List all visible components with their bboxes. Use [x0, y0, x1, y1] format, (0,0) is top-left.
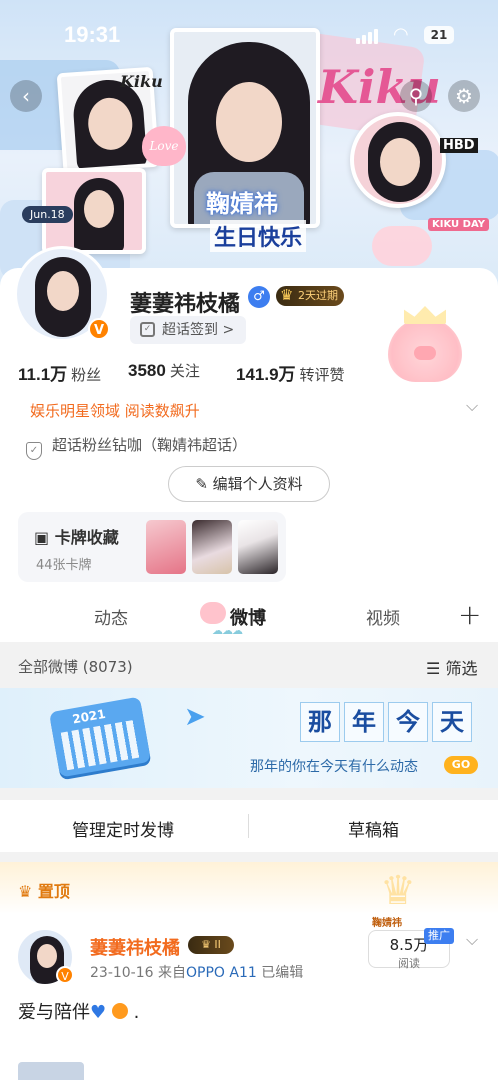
chevron-down-icon[interactable]: ⌵ [466, 930, 478, 950]
tab-bar: 动态 微博 ☁︎☁︎☁︎ 视频 + [0, 590, 498, 642]
drafts-button[interactable]: 草稿箱 [348, 816, 399, 841]
vip-level: II [214, 938, 221, 951]
stat-value: 141.9万 [236, 365, 296, 384]
card-thumb[interactable] [192, 520, 232, 574]
pig-sticker [372, 226, 432, 266]
pig-icon [200, 602, 226, 624]
go-button[interactable]: GO [444, 756, 478, 774]
memory-char: 今 [388, 702, 428, 742]
pig-mascot [388, 306, 462, 382]
verified-badge: V [88, 318, 110, 340]
calendar-icon: 2021 [48, 696, 152, 778]
fan-title[interactable]: ✓ 超话粉丝钻咖（鞠婧祎超话） [26, 434, 247, 460]
post-text: 爱与陪伴♥ . [18, 1002, 140, 1023]
crown-decoration-icon: ♛ [380, 868, 416, 914]
card-collection[interactable]: ▣ 卡牌收藏 44张卡牌 [18, 512, 286, 582]
filter-label: 筛选 [445, 659, 478, 678]
memory-subtitle: 那年的你在今天有什么动态 [250, 759, 418, 775]
pinned-text: 置顶 [37, 882, 70, 901]
banner-script-kiku: Kiku [120, 72, 163, 91]
memory-char: 那 [300, 702, 340, 742]
vip-badge[interactable]: 2天过期 [276, 285, 344, 306]
username: 萋萋祎枝橘 [130, 292, 241, 317]
search-icon[interactable]: ⚲ [400, 80, 432, 112]
photo-card [350, 112, 446, 208]
edit-profile-label: 编辑个人资料 [212, 475, 303, 493]
card-thumb[interactable] [146, 520, 186, 574]
love-heart: Love [142, 126, 186, 166]
post-date: 23-10-16 [90, 965, 154, 981]
card-collection-label: 卡牌收藏 [54, 528, 119, 547]
checkin-button[interactable]: ✓ 超话签到 > [130, 316, 247, 344]
checkin-label: 超话签到 > [162, 322, 235, 338]
status-bar: 19:31 ◠ 21 [0, 18, 498, 58]
manage-bar: 管理定时发博 草稿箱 [0, 800, 498, 852]
stat-label: 粉丝 [71, 366, 102, 384]
cloud-icon: ☁︎☁︎☁︎ [212, 624, 243, 637]
signal-icon [356, 28, 382, 44]
stat-label: 转评赞 [299, 366, 345, 384]
checkin-icon: ✓ [140, 322, 155, 337]
fan-title-text: 超话粉丝钻咖（鞠婧祎超话） [52, 436, 248, 454]
post-source[interactable]: OPPO A11 [186, 965, 257, 981]
edit-profile-button[interactable]: ✎ 编辑个人资料 [168, 466, 330, 502]
birthday-title: 鞠婧祎 [206, 190, 278, 218]
edited-label: 已编辑 [261, 965, 304, 981]
honor-text[interactable]: 娱乐明星领域 阅读数飙升 [30, 400, 200, 421]
stat-following[interactable]: 3580 关注 [128, 360, 200, 381]
kiku-day-tag: KIKU DAY [428, 218, 489, 231]
male-icon: ♂ [248, 286, 270, 308]
back-icon[interactable]: ‹ [10, 80, 42, 112]
birthday-subtitle: 生日快乐 [210, 220, 307, 252]
card-icon: ▣ [34, 528, 55, 547]
paper-plane-icon: ➤ [184, 702, 206, 732]
post-author[interactable]: 萋萋祎枝橘 [90, 934, 180, 960]
stat-fans[interactable]: 11.1万 粉丝 [18, 360, 101, 385]
divider [248, 814, 249, 838]
crown-icon: ♛ [18, 882, 38, 901]
stat-value: 11.1万 [18, 365, 68, 384]
date-tag: Jun.18 [22, 206, 73, 223]
orange-icon [111, 1003, 128, 1019]
filter-button[interactable]: ☰ 筛选 [426, 655, 477, 679]
chevron-down-icon[interactable]: ⌵ [466, 396, 478, 416]
battery-icon: 21 [424, 26, 454, 44]
pencil-icon: ✎ [195, 475, 213, 493]
card-collection-title: ▣ 卡牌收藏 [34, 524, 119, 548]
tab-video[interactable]: 视频 [366, 604, 400, 629]
source-prefix: 来自 [158, 965, 186, 981]
post-meta: 23-10-16 来自OPPO A11 已编辑 [90, 962, 303, 982]
shield-icon: ✓ [26, 442, 42, 460]
hbd-tag: HBD [440, 138, 478, 153]
status-time: 19:31 [64, 22, 121, 47]
post-text-content: 爱与陪伴 [18, 1002, 90, 1023]
tab-feed[interactable]: 动态 [94, 604, 128, 629]
gear-icon[interactable]: ⚙ [448, 80, 480, 112]
calendar-year: 2021 [71, 706, 107, 727]
wifi-icon: ◠ [393, 24, 409, 45]
card-thumb[interactable] [238, 520, 278, 574]
plus-icon[interactable]: + [458, 598, 481, 631]
filter-icon: ☰ [426, 659, 446, 678]
card-count: 44张卡牌 [36, 558, 92, 573]
stat-label: 关注 [169, 362, 200, 380]
next-post-avatar[interactable] [18, 1062, 84, 1080]
verified-badge: V [56, 966, 74, 984]
stat-value: 3580 [128, 361, 166, 380]
vip-level-badge: ♛ II [188, 936, 234, 954]
all-weibo-count: 全部微博 (8073) [18, 658, 133, 676]
memory-char: 年 [344, 702, 384, 742]
pinned-label: ♛ 置顶 [18, 878, 70, 902]
stat-likes[interactable]: 141.9万 转评赞 [236, 360, 345, 385]
reads-label: 阅读 [398, 957, 420, 970]
promote-badge[interactable]: 推广 [424, 928, 454, 944]
blue-heart-icon: ♥ [90, 1002, 107, 1023]
memory-char: 天 [432, 702, 472, 742]
schedule-post-button[interactable]: 管理定时发博 [72, 816, 174, 841]
corner-tag: 鞠婧祎 [372, 918, 402, 929]
